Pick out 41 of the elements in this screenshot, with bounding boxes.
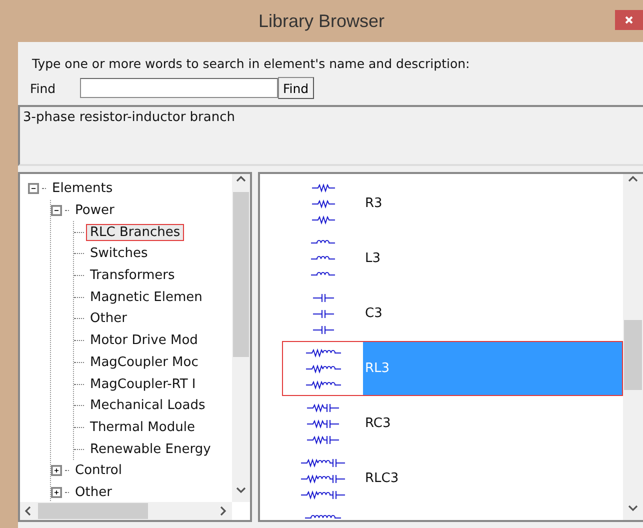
scrollbar-thumb[interactable]: [233, 192, 249, 357]
tree-item[interactable]: Power: [71, 202, 118, 220]
description-box: 3-phase resistor-inductor branch: [18, 105, 643, 166]
window-title: Library Browser: [258, 10, 385, 32]
element-name: C3: [364, 305, 384, 323]
element-row[interactable]: L3: [282, 231, 623, 286]
collapse-icon[interactable]: [51, 205, 62, 216]
element-name: RLC3: [364, 470, 400, 488]
element-row[interactable]: C3: [282, 286, 623, 341]
tree-item[interactable]: Thermal Module: [86, 418, 199, 436]
scrollbar-thumb[interactable]: [38, 503, 148, 519]
tree-item[interactable]: Motor Drive Mod: [86, 332, 202, 350]
element-name: RC3: [364, 415, 392, 433]
tree-item[interactable]: MagCoupler-RT I: [86, 376, 200, 393]
element-name: L3: [364, 250, 382, 268]
scrollbar-thumb[interactable]: [624, 320, 642, 390]
tree-item[interactable]: Elements: [48, 180, 117, 198]
tree-item[interactable]: Control: [71, 462, 126, 480]
tree-item[interactable]: Other: [86, 310, 131, 328]
tree-item[interactable]: Renewable Energy: [86, 440, 215, 458]
tree-item[interactable]: Switches: [86, 245, 152, 262]
find-field[interactable]: [80, 78, 278, 98]
element-row[interactable]: RC3: [282, 396, 623, 451]
element-row[interactable]: RLC3: [282, 451, 623, 506]
find-label: Find: [30, 80, 57, 96]
search-instructions: Type one or more words to search in element's name and description:: [31, 55, 471, 71]
element-row[interactable]: R3: [282, 176, 623, 231]
find-button[interactable]: Find: [278, 77, 314, 99]
close-icon[interactable]: [624, 15, 634, 25]
expand-icon[interactable]: [51, 465, 62, 476]
tree-item[interactable]: Magnetic Elemen: [86, 288, 206, 306]
tree-item[interactable]: Transformers: [86, 267, 179, 284]
tree-item[interactable]: Mechanical Loads: [86, 397, 210, 414]
element-name: RL3: [363, 342, 622, 395]
collapse-icon[interactable]: [28, 183, 39, 194]
expand-icon[interactable]: [51, 486, 62, 498]
tree-item[interactable]: Other: [71, 484, 116, 501]
tree-item[interactable]: RLC Branches: [86, 224, 184, 241]
close-button[interactable]: [615, 10, 643, 30]
element-name: R3: [364, 195, 384, 213]
tree-item[interactable]: MagCoupler Moc: [86, 354, 202, 371]
